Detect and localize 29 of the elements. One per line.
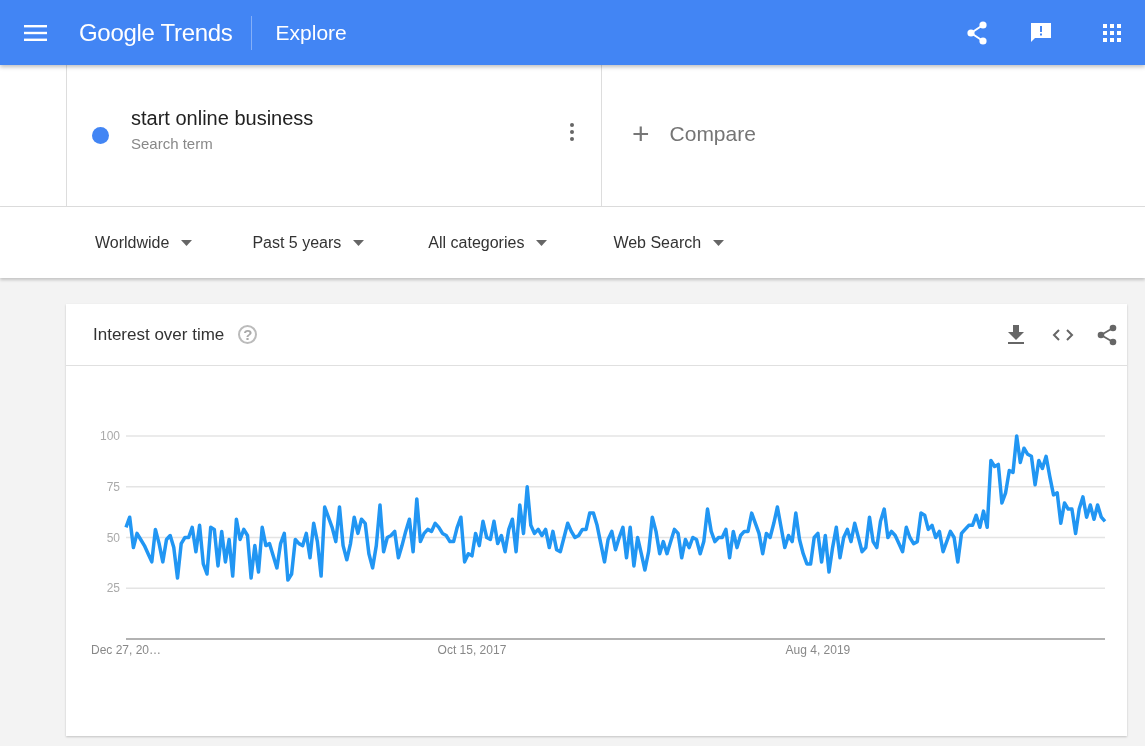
dropdown-caret-icon — [181, 239, 193, 246]
y-axis-label: 50 — [106, 530, 120, 545]
compare-button[interactable]: + Compare — [602, 61, 756, 206]
download-icon[interactable] — [1008, 325, 1024, 344]
page-title: Explore — [275, 20, 347, 45]
filter-dropdown[interactable]: Web Search — [613, 233, 725, 252]
filter-dropdown[interactable]: Worldwide — [95, 233, 193, 252]
more-options-icon[interactable] — [570, 122, 574, 141]
dropdown-caret-icon — [713, 239, 725, 246]
search-term-label: Search term — [131, 135, 214, 152]
card-title: Interest over time — [93, 324, 225, 345]
x-axis-label: Oct 15, 2017 — [437, 643, 507, 657]
x-axis-label: Aug 4, 2019 — [785, 643, 851, 657]
apps-grid-icon[interactable] — [1103, 23, 1121, 42]
search-term[interactable]: start online business — [131, 107, 314, 130]
x-axis-label: Dec 27, 20… — [91, 643, 162, 657]
filter-dropdown[interactable]: All categories — [428, 233, 548, 252]
embed-code-icon[interactable] — [1052, 328, 1074, 341]
app-logo[interactable]: Google Trends — [79, 18, 233, 47]
filter-dropdown[interactable]: Past 5 years — [252, 233, 365, 252]
y-axis-label: 25 — [106, 581, 120, 596]
feedback-icon[interactable] — [1029, 20, 1053, 45]
y-axis-label: 75 — [106, 479, 120, 494]
menu-icon[interactable] — [24, 24, 47, 41]
dropdown-caret-icon — [536, 239, 548, 246]
dropdown-caret-icon — [353, 239, 365, 246]
share-icon[interactable] — [1097, 323, 1117, 346]
y-axis-label: 100 — [99, 429, 120, 443]
share-icon[interactable] — [966, 20, 988, 45]
